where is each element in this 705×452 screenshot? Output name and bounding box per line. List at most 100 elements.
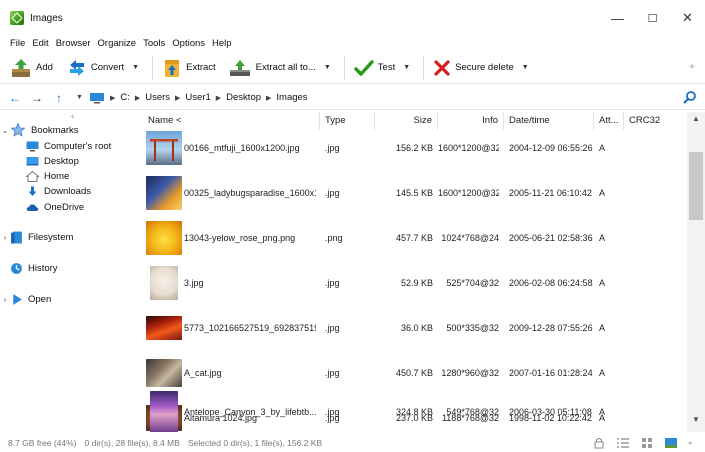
expand-icon[interactable]: › — [0, 295, 10, 304]
menu-tools[interactable]: Tools — [143, 38, 165, 49]
window-title: Images — [30, 12, 63, 24]
title-bar: Images — ☐ ✕ — [0, 0, 705, 36]
menu-options[interactable]: Options — [172, 38, 205, 49]
sidebar-item-open[interactable]: › Open — [0, 292, 52, 306]
sidebar-item-computer-root[interactable]: Computer's root — [26, 139, 111, 153]
history-dropdown-icon[interactable]: ▼ — [76, 94, 83, 101]
table-row[interactable]: 5773_102166527519_692837519_... .jpg 36.… — [140, 306, 687, 351]
sidebar-item-bookmarks[interactable]: ⌄ Bookmarks — [0, 123, 79, 137]
file-date: 2005-11-21 06:10:42 — [509, 188, 592, 198]
table-row[interactable]: 13043-yelow_rose_png.png .png 457.7 KB 1… — [140, 216, 687, 261]
collapse-icon[interactable]: ⌄ — [0, 126, 10, 135]
file-info: 500*335@32 — [446, 323, 499, 333]
scroll-up-icon[interactable]: ▲ — [687, 114, 705, 130]
file-type: .png — [325, 233, 343, 243]
sidebar-item-home[interactable]: Home — [26, 169, 69, 183]
file-date: 2009-12-28 07:55:26 — [509, 323, 593, 333]
breadcrumb-desktop[interactable]: Desktop — [226, 92, 261, 103]
lock-icon[interactable] — [591, 437, 607, 449]
sidebar-label: History — [28, 262, 58, 274]
checkmark-icon — [354, 59, 374, 76]
sidebar-scroll-up-icon[interactable]: + — [70, 112, 75, 121]
clock-icon — [11, 262, 22, 274]
minimize-button[interactable]: — — [600, 0, 635, 36]
file-attr: A — [599, 368, 606, 378]
back-icon[interactable]: ← — [4, 91, 26, 105]
desktop-icon — [26, 156, 39, 165]
sidebar-item-downloads[interactable]: Downloads — [26, 184, 91, 198]
up-icon[interactable]: ↑ — [48, 91, 70, 105]
file-name: 00325_ladybugsparadise_1600x1... — [184, 188, 316, 198]
file-size: 145.5 KB — [395, 188, 433, 198]
grid-view-icon[interactable] — [639, 437, 655, 449]
thumbnail-image — [146, 131, 182, 165]
secure-delete-dropdown-icon[interactable]: ▼ — [522, 64, 529, 71]
menu-browser[interactable]: Browser — [56, 38, 91, 49]
extract-all-dropdown-icon[interactable]: ▼ — [324, 64, 331, 71]
file-date: 2005-06-21 02:58:36 — [509, 233, 593, 243]
breadcrumb-drive[interactable]: C: — [120, 92, 130, 103]
thumbnail-image — [146, 221, 182, 255]
table-row[interactable]: Antelope_Canyon_3_by_lifebtb.... .jpg 32… — [140, 389, 687, 432]
sidebar-label: Desktop — [44, 155, 79, 167]
extract-all-icon — [229, 59, 250, 76]
convert-button[interactable]: Convert ▼ — [63, 52, 147, 84]
test-button[interactable]: Test ▼ — [350, 52, 418, 84]
thumbnail-image — [150, 391, 178, 432]
menu-edit[interactable]: Edit — [32, 38, 48, 49]
menu-organize[interactable]: Organize — [98, 38, 137, 49]
file-type: .jpg — [325, 323, 340, 333]
breadcrumb-separator: ▶ — [215, 94, 222, 102]
maximize-button[interactable]: ☐ — [635, 0, 670, 36]
file-name: 5773_102166527519_692837519_... — [184, 323, 316, 333]
forward-icon[interactable]: → — [26, 91, 48, 105]
add-icon[interactable] — [687, 437, 697, 449]
details-view-icon[interactable] — [615, 437, 631, 449]
table-row[interactable]: 3.jpg .jpg 52.9 KB 525*704@32 2006-02-08… — [140, 261, 687, 306]
test-dropdown-icon[interactable]: ▼ — [403, 64, 410, 71]
sidebar-item-filesystem[interactable]: › Filesystem — [0, 230, 73, 244]
table-row[interactable]: 00325_ladybugsparadise_1600x1... .jpg 14… — [140, 171, 687, 216]
table-row[interactable]: 00166_mtfuji_1600x1200.jpg .jpg 156.2 KB… — [140, 126, 687, 171]
breadcrumb-user1[interactable]: User1 — [185, 92, 210, 103]
toolbar-customize-icon[interactable]: + — [689, 62, 695, 73]
vertical-scrollbar[interactable]: ▲ ▼ — [687, 112, 705, 432]
address-bar: ← → ↑ ▼ ▶ C: ▶ Users ▶ User1 ▶ Desktop ▶… — [0, 86, 705, 110]
breadcrumb-images[interactable]: Images — [276, 92, 307, 103]
play-arrow-icon — [13, 293, 22, 305]
menu-bar: File Edit Browser Organize Tools Options… — [0, 36, 705, 50]
file-info: 1600*1200@32 — [438, 188, 499, 198]
status-icons — [583, 437, 697, 449]
thumbnail-image — [146, 176, 182, 210]
convert-label: Convert — [90, 62, 125, 73]
selection-text: Selected 0 dir(s), 1 file(s), 156.2 KB — [187, 438, 323, 448]
sidebar-item-history[interactable]: History — [0, 261, 58, 275]
torii-gate-icon — [150, 139, 178, 161]
secure-delete-button[interactable]: Secure delete ▼ — [429, 52, 537, 84]
search-icon[interactable] — [683, 90, 697, 104]
extract-button[interactable]: Extract — [158, 52, 220, 84]
sidebar-label: Open — [28, 293, 52, 305]
sidebar-item-desktop[interactable]: Desktop — [26, 154, 79, 168]
star-icon — [10, 123, 26, 137]
scroll-thumb[interactable] — [689, 152, 703, 220]
convert-dropdown-icon[interactable]: ▼ — [132, 64, 139, 71]
extract-icon — [165, 59, 180, 77]
computer-icon[interactable] — [89, 92, 105, 104]
add-button[interactable]: Add — [0, 52, 57, 84]
breadcrumb-users[interactable]: Users — [145, 92, 170, 103]
file-list: Name < Type Size Info Date/time Att... C… — [140, 112, 687, 432]
close-button[interactable]: ✕ — [670, 0, 705, 36]
extract-all-button[interactable]: Extract all to... ▼ — [224, 52, 339, 84]
file-info: 1024*768@24 — [441, 233, 499, 243]
scroll-down-icon[interactable]: ▼ — [687, 415, 705, 431]
menu-file[interactable]: File — [10, 38, 25, 49]
sidebar-label: OneDrive — [44, 201, 85, 213]
sidebar-item-onedrive[interactable]: OneDrive — [26, 200, 84, 214]
file-size: 450.7 KB — [395, 368, 433, 378]
column-size-label: Size — [413, 115, 432, 126]
expand-icon[interactable]: › — [0, 233, 10, 242]
thumbnail-view-icon[interactable] — [663, 437, 679, 449]
file-date: 2007-01-16 01:28:24 — [509, 368, 593, 378]
menu-help[interactable]: Help — [212, 38, 232, 49]
